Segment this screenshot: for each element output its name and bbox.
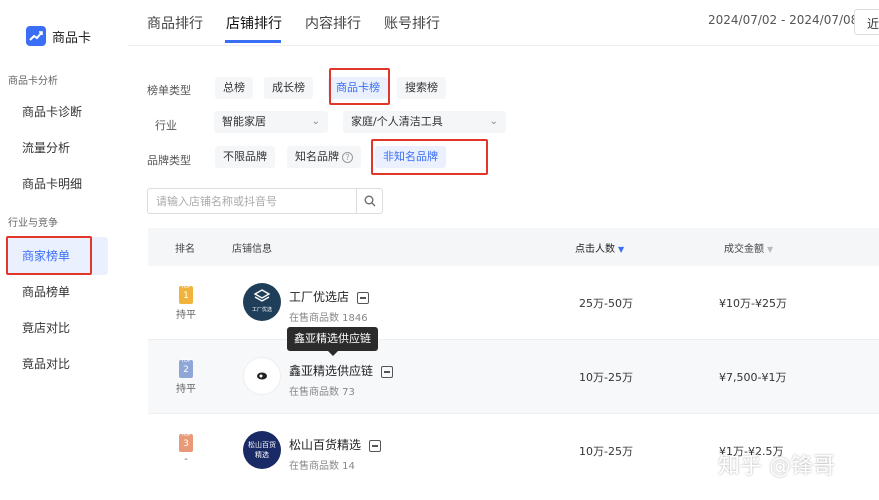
sidebar-section-industry: 行业与竞争 [8, 218, 58, 229]
trend-chart-icon [26, 26, 46, 46]
sidebar-item-label: 流量分析 [22, 141, 71, 155]
amount-value: ¥10万-¥25万 [719, 297, 787, 310]
industry-label: 行业 [155, 119, 177, 132]
store-product-count: 在售商品数 1846 [289, 313, 368, 324]
rank-medal-bronze-icon: TOP 3 [179, 432, 193, 452]
rank-medal-gold-icon: TOP 1 [179, 284, 193, 304]
store-product-count: 在售商品数 14 [289, 461, 355, 472]
sort-icon: ▼ [767, 245, 774, 254]
tab-content-ranking[interactable]: 内容排行 [305, 13, 361, 33]
rank-cell: TOP 1 持平 [176, 284, 196, 321]
industry-select-level1[interactable]: 智能家居 ⌄ [214, 111, 328, 133]
rank-cell: TOP 2 持平 [176, 358, 196, 395]
board-chip-growth[interactable]: 成长榜 [264, 77, 313, 99]
header-store-info: 店铺信息 [232, 244, 272, 255]
store-name-text: 工厂优选店 [289, 290, 350, 304]
amount-value: ¥7,500-¥1万 [719, 371, 787, 384]
store-avatar: 工厂优选 [243, 283, 281, 321]
highlight-box-non-famous [371, 139, 488, 175]
sidebar-item-label: 商品卡明细 [22, 177, 83, 191]
logo: 商品卡 [26, 26, 91, 46]
industry-select-level2[interactable]: 家庭/个人清洁工具 ⌄ [343, 111, 506, 133]
sidebar-item-traffic[interactable]: 流量分析 [0, 129, 110, 167]
avatar-text: 工厂优选 [251, 307, 272, 313]
recent-period-select[interactable]: 近 [854, 9, 879, 35]
table-row[interactable]: TOP 1 持平 工厂优选 工厂优选店 在售商品数 1846 25万-50万 ¥1… [148, 266, 879, 340]
highlight-box-goods-card [329, 68, 390, 105]
store-avatar: 松山百货精选 [243, 431, 281, 469]
sidebar-item-product-ranking[interactable]: 商品榜单 [0, 273, 110, 311]
brand-chip-famous-label: 知名品牌 [295, 150, 339, 163]
sort-down-icon: ▼ [618, 245, 625, 254]
header-clicks[interactable]: 点击人数 ▼ [575, 240, 624, 255]
header-amount-label: 成交金额 [724, 244, 764, 255]
app: 商品卡 商品卡分析 商品卡诊断 流量分析 商品卡明细 行业与竞争 商家榜单 商品… [0, 0, 879, 500]
board-type-label: 榜单类型 [147, 84, 191, 97]
chevron-down-icon: ⌄ [311, 116, 320, 127]
tab-account-ranking[interactable]: 账号排行 [384, 13, 440, 33]
header-rank: 排名 [175, 244, 195, 255]
brand-chip-unlimited[interactable]: 不限品牌 [215, 146, 275, 168]
industry-l2-value: 家庭/个人清洁工具 [351, 115, 443, 128]
store-name[interactable]: 工厂优选店 [289, 288, 370, 305]
store-name-text: 鑫亚精选供应链 [289, 364, 374, 378]
industry-l1-value: 智能家居 [222, 115, 266, 128]
table-row[interactable]: TOP 2 持平 鑫亚精选供应链 在售商品数 73 10万-25万 ¥7,500-… [148, 340, 879, 414]
rank-change: 持平 [176, 310, 196, 321]
sidebar-item-label: 商品卡诊断 [22, 105, 83, 119]
sidebar-item-goods-diagnosis[interactable]: 商品卡诊断 [0, 93, 110, 131]
brand-type-label: 品牌类型 [147, 154, 191, 167]
rank-medal-silver-icon: TOP 2 [179, 358, 193, 378]
date-range[interactable]: 2024/07/02 - 2024/07/08 [708, 13, 858, 27]
sidebar-item-goods-detail[interactable]: 商品卡明细 [0, 165, 110, 203]
search-button[interactable] [356, 189, 382, 213]
store-name-tooltip: 鑫亚精选供应链 [287, 327, 378, 356]
board-chip-total[interactable]: 总榜 [215, 77, 253, 99]
sidebar-item-label: 竟店对比 [22, 321, 71, 335]
store-logo-icon [257, 372, 267, 380]
rank-cell: TOP 3 - [176, 432, 196, 465]
qrcode-icon[interactable] [369, 439, 382, 452]
logo-text: 商品卡 [52, 30, 92, 46]
clicks-value: 25万-50万 [579, 297, 633, 310]
store-logo-icon [253, 289, 271, 302]
watermark: 知乎 @锋哥 [718, 454, 835, 479]
avatar-text: 松山百货精选 [248, 441, 276, 459]
brand-chip-famous[interactable]: 知名品牌? [287, 146, 361, 168]
chevron-down-icon: ⌄ [489, 116, 498, 127]
clicks-value: 10万-25万 [579, 371, 633, 384]
clicks-value: 10万-25万 [579, 445, 633, 458]
search-input[interactable] [148, 189, 358, 213]
header-clicks-label: 点击人数 [575, 244, 615, 255]
table-header: 排名 店铺信息 点击人数 ▼ 成交金额 ▼ [148, 228, 879, 266]
active-tab-indicator [225, 40, 281, 43]
search-box [147, 188, 383, 214]
highlight-box-merchant-ranking [6, 236, 92, 275]
tab-store-ranking[interactable]: 店铺排行 [226, 13, 282, 33]
sidebar-item-label: 商品榜单 [22, 285, 71, 299]
sidebar-item-label: 竟品对比 [22, 357, 71, 371]
sidebar-item-product-compare[interactable]: 竟品对比 [0, 345, 110, 383]
store-name[interactable]: 鑫亚精选供应链 [289, 362, 394, 379]
rank-change: - [184, 454, 188, 465]
top-tab-bar: 商品排行 店铺排行 内容排行 账号排行 2024/07/02 - 2024/07… [128, 0, 879, 46]
sidebar-item-store-compare[interactable]: 竟店对比 [0, 309, 110, 347]
store-product-count: 在售商品数 73 [289, 387, 355, 398]
store-name[interactable]: 松山百货精选 [289, 436, 382, 453]
store-name-text: 松山百货精选 [289, 438, 362, 452]
sidebar-section-goods-card: 商品卡分析 [8, 76, 58, 87]
board-chip-search[interactable]: 搜索榜 [397, 77, 446, 99]
rank-change: 持平 [176, 384, 196, 395]
store-avatar [243, 357, 281, 395]
help-icon[interactable]: ? [342, 151, 353, 163]
qrcode-icon[interactable] [381, 365, 394, 378]
header-amount[interactable]: 成交金额 ▼ [724, 240, 773, 255]
qrcode-icon[interactable] [357, 291, 370, 304]
tab-product-ranking[interactable]: 商品排行 [147, 13, 203, 33]
search-icon [364, 195, 375, 207]
